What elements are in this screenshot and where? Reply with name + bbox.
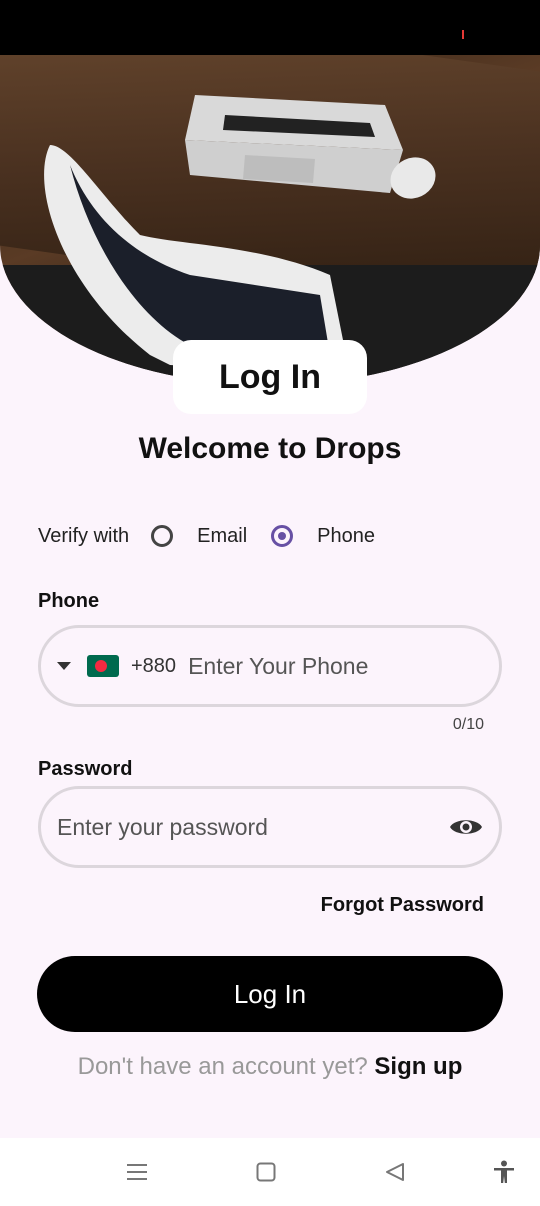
status-bar [0, 0, 540, 55]
verify-label: Verify with [38, 524, 130, 547]
accessibility-icon[interactable] [492, 1160, 516, 1184]
menu-icon[interactable] [126, 1160, 148, 1184]
signup-row: Don't have an account yet? Sign up [0, 1053, 540, 1081]
page-title: Log In [219, 357, 321, 396]
status-indicator [462, 30, 464, 39]
system-nav-bar [0, 1138, 540, 1206]
bangladesh-flag-icon[interactable] [87, 655, 119, 677]
country-code[interactable]: +880 [131, 655, 176, 678]
login-button-label: Log In [233, 978, 307, 1009]
page-title-card: Log In [173, 340, 367, 414]
welcome-heading: Welcome to Drops [138, 432, 402, 465]
email-radio-label[interactable]: Email [197, 525, 247, 548]
verify-method-group: Verify with Email Phone [38, 518, 375, 554]
phone-label: Phone [38, 590, 100, 612]
email-radio[interactable] [151, 525, 174, 547]
back-triangle-icon[interactable] [384, 1160, 406, 1184]
square-icon[interactable] [255, 1160, 277, 1184]
eye-icon[interactable] [449, 815, 483, 839]
phone-input[interactable]: Enter Your Phone [188, 653, 368, 680]
password-input[interactable]: Enter your password [57, 814, 449, 841]
login-button[interactable]: Log In [37, 956, 503, 1032]
password-label: Password [38, 758, 133, 780]
phone-char-counter: 0/10 [452, 716, 484, 733]
sign-up-link[interactable]: Sign up [374, 1053, 462, 1080]
caret-down-icon[interactable] [57, 662, 71, 670]
forgot-password-link[interactable]: Forgot Password [321, 894, 484, 917]
phone-field[interactable]: +880 Enter Your Phone [38, 625, 502, 707]
phone-radio-label[interactable]: Phone [317, 525, 375, 548]
hero-image [0, 55, 540, 385]
phone-radio[interactable] [271, 525, 294, 547]
password-field[interactable]: Enter your password [38, 786, 502, 868]
no-account-text: Don't have an account yet? [77, 1053, 368, 1080]
